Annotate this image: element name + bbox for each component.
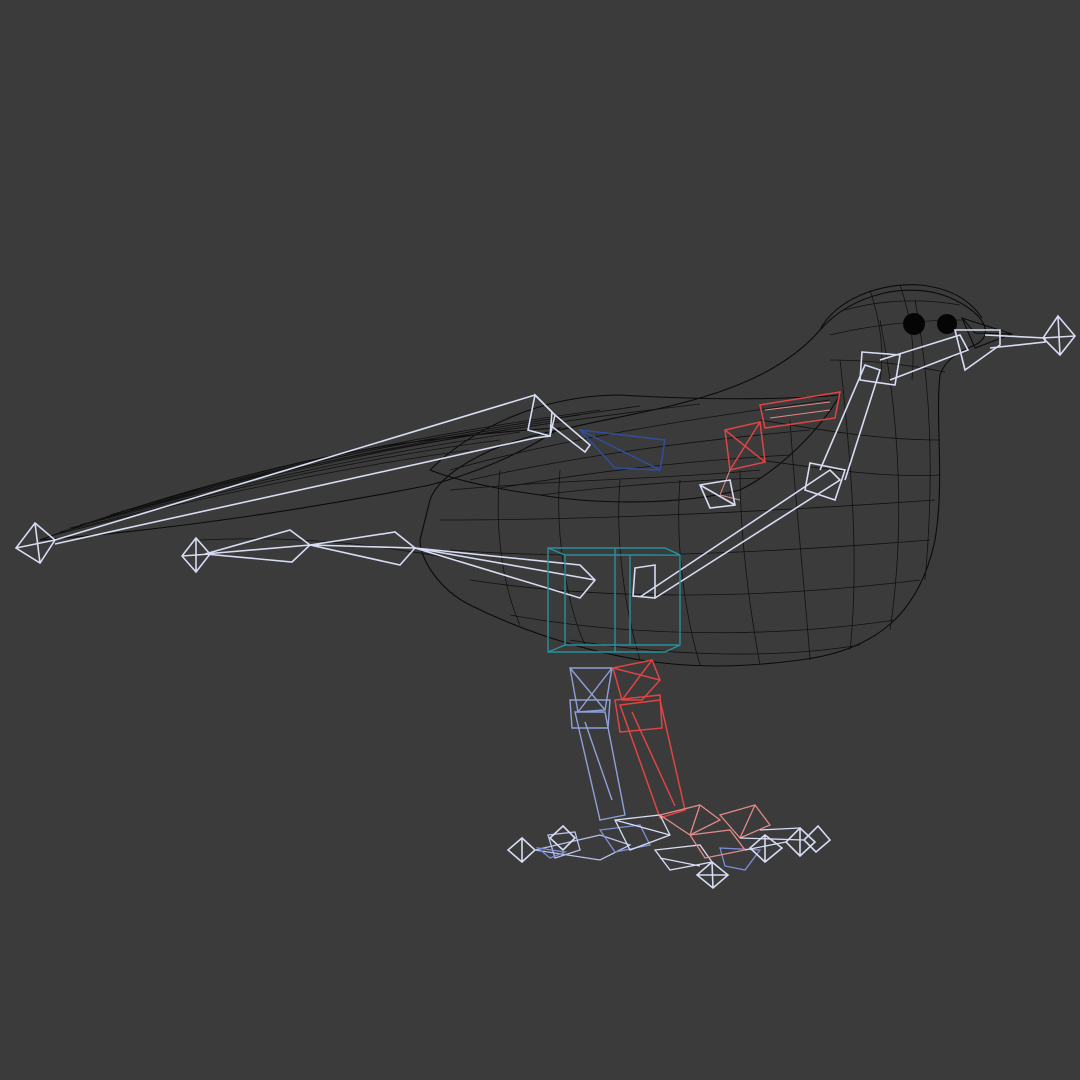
beak-tip-diamond-icon[interactable] [1041,314,1077,357]
leg-left[interactable] [569,667,626,821]
body-outline [419,289,986,667]
tail-bone-lower [204,529,312,563]
toe-tip-diamond-icon[interactable] [548,824,577,852]
toe-bone [534,831,632,861]
mesh-contour [739,469,761,666]
wireframe-scene[interactable] [0,0,1080,1080]
mesh-contour [759,419,941,441]
mesh-contour [469,579,921,596]
tail-tip-lower-diamond-icon[interactable] [180,536,212,574]
shin-bone-right [618,699,686,819]
thigh-bone-right [612,659,661,701]
head-bone-joint [859,351,901,386]
leg-right[interactable] [612,659,686,819]
tail-bone-lower-2 [309,531,417,566]
mesh-contour [439,499,936,521]
wing-outline [429,394,841,503]
mesh-contour [839,359,855,651]
tail-outline [39,427,562,541]
beak-outline [961,317,1014,349]
wing-bone-left[interactable] [577,428,666,471]
shoulder-bone-right[interactable] [719,391,841,501]
wing-bone-shape [577,428,666,471]
toe-bone [658,804,722,836]
mesh-contour [449,539,931,556]
mesh-contour [558,469,586,646]
toe-bone [614,814,671,851]
thigh-bone-left [569,667,613,713]
mesh-contour [509,614,896,634]
toe-bone [653,844,714,871]
beak-bone [984,334,1046,349]
toe-tip-diamond-icon[interactable] [784,826,817,858]
toe-bone [739,827,805,851]
mesh-contour [844,300,961,311]
toe-tip-diamond-icon[interactable] [506,836,537,864]
spine-bone [632,564,656,599]
mesh-contour [789,419,811,661]
toe-tip-diamond-icon[interactable] [695,860,730,890]
mesh-contour [678,479,701,666]
feet[interactable] [506,804,832,890]
wing-bone-hand [698,479,736,509]
eye-right [903,313,925,335]
bird-mesh[interactable] [39,284,1014,667]
shoulder-bone-shape [724,421,766,471]
helper-box-edge [614,548,631,652]
skeleton[interactable] [14,314,1077,599]
viewport-3d[interactable] [0,0,1080,1080]
toe-bone [718,804,772,839]
tail-tip-upper-diamond-icon[interactable] [14,521,57,565]
eye-left [937,314,957,334]
shoulder-bone-shape [719,401,831,501]
mesh-contour [497,469,521,626]
